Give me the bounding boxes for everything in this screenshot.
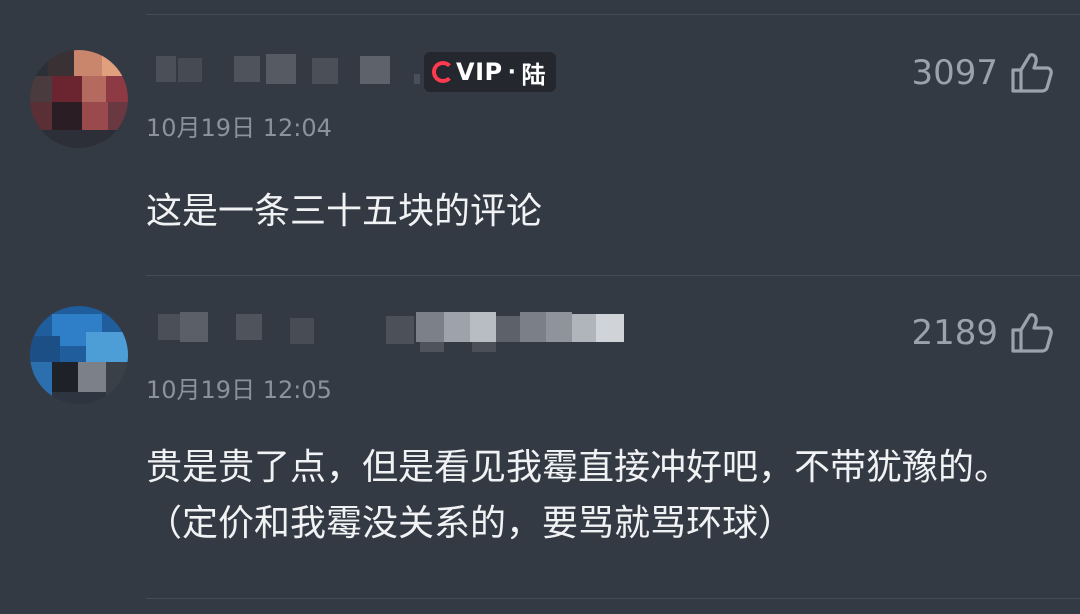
comment-text: 贵是贵了点，但是看见我霉直接冲好吧，不带犹豫的。（定价和我霉没关系的，要骂就骂环… <box>146 447 1011 544</box>
comment-item: 10月19日 12:05 2189 贵是贵了点，但是看见我霉直接冲好吧，不带犹豫… <box>0 276 1080 601</box>
comment-timestamp: 10月19日 12:05 <box>146 376 332 404</box>
vip-badge-dot: · <box>507 59 517 85</box>
comment-timestamp: 10月19日 12:04 <box>146 114 332 142</box>
vip-badge-brand: VIP <box>456 58 503 86</box>
vip-badge-name: 陆 <box>521 60 546 89</box>
like-count: 3097 <box>911 53 998 93</box>
avatar[interactable] <box>30 306 128 404</box>
vip-c-logo-icon <box>432 61 454 83</box>
bottom-divider <box>146 598 1080 599</box>
username-blurred[interactable] <box>150 312 630 356</box>
like-button[interactable]: 2189 <box>911 310 1054 356</box>
vip-badge[interactable]: VIP · 陆 <box>424 52 556 92</box>
comment-item: VIP · 陆 10月19日 12:04 3097 这是一条三十五块的评论 <box>0 0 1080 275</box>
like-button[interactable]: 3097 <box>911 50 1054 96</box>
like-count: 2189 <box>911 313 998 353</box>
thumbs-up-icon <box>1010 312 1054 354</box>
username-blurred[interactable] <box>150 54 420 98</box>
comment-text: 这是一条三十五块的评论 <box>146 191 543 232</box>
avatar[interactable] <box>30 50 128 148</box>
thumbs-up-icon <box>1010 52 1054 94</box>
